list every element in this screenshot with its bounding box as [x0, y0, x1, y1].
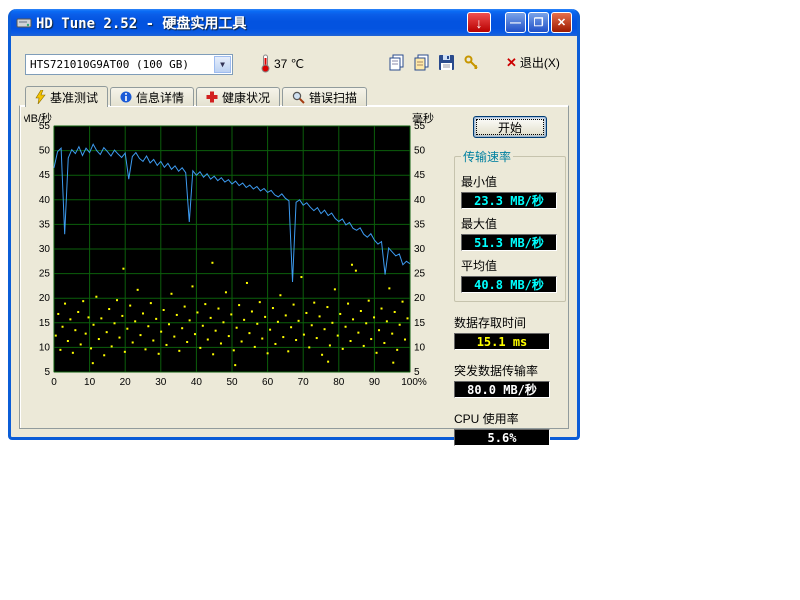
- copy-screenshot-icon[interactable]: [388, 54, 405, 71]
- red-arrow-button[interactable]: ↓: [467, 12, 491, 33]
- exit-x-icon: ✕: [506, 55, 517, 71]
- svg-text:90: 90: [369, 377, 381, 388]
- svg-text:50: 50: [414, 146, 426, 157]
- titlebar[interactable]: HD Tune 2.52 - 硬盘实用工具 ↓ — ❐ ✕: [11, 9, 577, 36]
- svg-text:20: 20: [120, 377, 132, 388]
- tab-benchmark[interactable]: 基准测试: [25, 86, 108, 107]
- svg-text:15: 15: [414, 318, 426, 329]
- tab-error-scan-label: 错误扫描: [309, 89, 357, 106]
- max-value: 51.3 MB/秒: [461, 234, 557, 251]
- svg-text:0: 0: [51, 377, 57, 388]
- app-icon: [16, 15, 32, 31]
- svg-text:25: 25: [414, 269, 426, 280]
- min-label: 最小值: [461, 173, 559, 190]
- exit-label: 退出(X): [520, 54, 560, 71]
- svg-text:45: 45: [414, 170, 426, 181]
- info-icon: [120, 91, 132, 103]
- save-icon[interactable]: [438, 54, 455, 71]
- svg-text:30: 30: [155, 377, 167, 388]
- svg-text:50: 50: [226, 377, 238, 388]
- svg-text:15: 15: [39, 318, 51, 329]
- min-value: 23.3 MB/秒: [461, 192, 557, 209]
- tab-info[interactable]: 信息详情: [110, 87, 194, 106]
- close-button[interactable]: ✕: [551, 12, 572, 33]
- svg-text:40: 40: [191, 377, 203, 388]
- lightning-icon: [35, 90, 46, 104]
- hdtune-window: HD Tune 2.52 - 硬盘实用工具 ↓ — ❐ ✕ HTS721010G…: [8, 9, 580, 440]
- svg-text:5: 5: [44, 367, 50, 378]
- svg-text:30: 30: [39, 244, 51, 255]
- maximize-button[interactable]: ❐: [528, 12, 549, 33]
- svg-text:40: 40: [39, 195, 51, 206]
- burst-rate-value: 80.0 MB/秒: [454, 381, 550, 398]
- chevron-down-icon[interactable]: ▼: [214, 56, 231, 73]
- exit-button[interactable]: ✕ 退出(X): [506, 54, 560, 71]
- svg-text:70: 70: [298, 377, 310, 388]
- svg-text:25: 25: [39, 269, 51, 280]
- access-time-label: 数据存取时间: [454, 314, 566, 331]
- copy-text-icon[interactable]: [413, 54, 430, 71]
- minimize-button[interactable]: —: [505, 12, 526, 33]
- tab-info-label: 信息详情: [136, 89, 184, 106]
- tab-health[interactable]: 健康状况: [196, 87, 280, 106]
- cpu-usage-label: CPU 使用率: [454, 410, 566, 427]
- svg-text:35: 35: [39, 219, 51, 230]
- start-button[interactable]: 开始: [473, 116, 547, 138]
- svg-text:40: 40: [414, 195, 426, 206]
- access-time-value: 15.1 ms: [454, 333, 550, 350]
- drive-select[interactable]: HTS721010G9AT00 (100 GB) ▼: [25, 54, 233, 75]
- tab-error-scan[interactable]: 错误扫描: [282, 87, 367, 106]
- svg-text:45: 45: [39, 170, 51, 181]
- svg-text:毫秒: 毫秒: [412, 111, 434, 125]
- svg-text:20: 20: [39, 293, 51, 304]
- svg-text:35: 35: [414, 219, 426, 230]
- cpu-usage-value: 5.6%: [454, 429, 550, 446]
- magnifier-icon: [292, 91, 305, 104]
- svg-text:MB/秒: MB/秒: [24, 111, 52, 125]
- temperature-value: 37 ℃: [274, 57, 304, 71]
- svg-text:10: 10: [39, 342, 51, 353]
- drive-select-value: HTS721010G9AT00 (100 GB): [30, 58, 189, 71]
- options-icon[interactable]: [463, 54, 480, 71]
- desktop: HD Tune 2.52 - 硬盘实用工具 ↓ — ❐ ✕ HTS721010G…: [0, 0, 800, 600]
- burst-rate-label: 突发数据传输率: [454, 362, 566, 379]
- tab-bar: 基准测试 信息详情 健康状况: [25, 85, 369, 106]
- svg-text:10: 10: [414, 342, 426, 353]
- avg-value: 40.8 MB/秒: [461, 276, 557, 293]
- svg-text:20: 20: [414, 293, 426, 304]
- transfer-rate-group: 传输速率 最小值 23.3 MB/秒 最大值 51.3 MB/秒 平均值 40.…: [454, 148, 566, 302]
- thermometer-icon: [259, 53, 272, 73]
- tab-health-label: 健康状况: [222, 89, 270, 106]
- svg-text:10: 10: [84, 377, 96, 388]
- health-cross-icon: [206, 91, 218, 103]
- benchmark-chart: 5555505045454040353530302525202015151010…: [24, 110, 442, 394]
- transfer-rate-group-title: 传输速率: [461, 148, 513, 165]
- svg-text:30: 30: [414, 244, 426, 255]
- svg-text:80: 80: [333, 377, 345, 388]
- results-panel: 开始 传输速率 最小值 23.3 MB/秒 最大值 51.3 MB/秒 平均值 …: [454, 112, 566, 446]
- benchmark-tab-page: 5555505045454040353530302525202015151010…: [19, 105, 569, 429]
- svg-text:100%: 100%: [401, 377, 427, 388]
- window-client: HTS721010G9AT00 (100 GB) ▼ 37 ℃: [11, 36, 577, 437]
- tab-benchmark-label: 基准测试: [50, 89, 98, 106]
- max-label: 最大值: [461, 215, 559, 232]
- window-title: HD Tune 2.52 - 硬盘实用工具: [36, 13, 465, 33]
- svg-text:60: 60: [262, 377, 274, 388]
- toolbar-actions: ✕ 退出(X): [388, 54, 560, 71]
- svg-text:50: 50: [39, 146, 51, 157]
- avg-label: 平均值: [461, 257, 559, 274]
